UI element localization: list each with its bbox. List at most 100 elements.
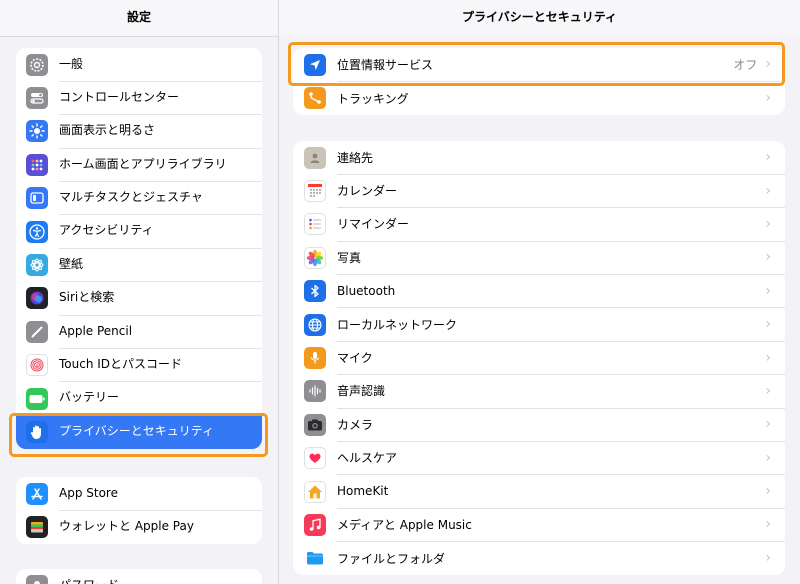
sidebar-group-general: 一般 コントロールセンター 画面表示と明るさ ホーム画面とアプリライブラリ マル… [16,48,262,449]
sidebar-item-label: バッテリー [59,381,262,416]
sun-icon [26,120,48,143]
row-files-folders[interactable]: ファイルとフォルダ › [293,542,785,575]
sidebar-item-label: Apple Pencil [59,315,262,350]
sidebar-item-wallet[interactable]: ウォレットと Apple Pay [16,510,262,543]
calendar-icon [304,180,326,203]
globe-icon [304,313,326,336]
row-bluetooth[interactable]: Bluetooth › [293,275,785,309]
sidebar-item-label: ウォレットと Apple Pay [59,519,194,534]
app-permissions-group: 連絡先 › カレンダー › リマインダー › 写真 › Bluetooth › [293,141,785,576]
chevron-right-icon: › [765,56,771,73]
row-health[interactable]: ヘルスケア › [293,442,785,476]
siri-icon [26,287,48,310]
key-icon [26,574,48,584]
sidebar-item-touch-id[interactable]: Touch IDとパスコード [16,348,262,383]
fingerprint-icon [26,354,48,377]
sidebar-item-app-store[interactable]: App Store [16,477,262,511]
sidebar-item-label: Siriと検索 [59,281,262,316]
chevron-right-icon: › [765,316,771,333]
sidebar: 設定 一般 コントロールセンター 画面表示と明るさ ホーム画面とアプリライブラリ [0,0,279,584]
pencil-icon [26,320,48,343]
sidebar-item-label: プライバシーとセキュリティ [59,424,215,439]
sidebar-group-store: App Store ウォレットと Apple Pay [16,477,262,544]
location-arrow-icon [304,53,326,76]
row-microphone[interactable]: マイク › [293,341,785,376]
sidebar-item-wallpaper[interactable]: 壁紙 [16,248,262,283]
app-grid-icon [26,153,48,176]
row-media-apple-music[interactable]: メディアと Apple Music › [293,508,785,543]
row-label: 位置情報サービス [337,57,434,72]
row-label: リマインダー [337,217,410,232]
sidebar-item-label: App Store [59,477,262,511]
camera-icon [304,413,326,436]
chevron-right-icon: › [765,483,771,500]
location-tracking-group: 位置情報サービス オフ › トラッキング › [293,48,785,115]
sidebar-item-multitasking[interactable]: マルチタスクとジェスチャ [16,181,262,216]
multitask-icon [26,187,48,210]
chevron-right-icon: › [765,249,771,266]
sidebar-item-label: コントロールセンター [59,81,262,116]
sidebar-item-apple-pencil[interactable]: Apple Pencil [16,315,262,350]
row-calendar[interactable]: カレンダー › [293,174,785,209]
row-homekit[interactable]: HomeKit › [293,475,785,509]
waveform-icon [304,380,326,403]
main-panel: プライバシーとセキュリティ 位置情報サービス オフ › トラッキング › 連絡先… [279,0,800,584]
sidebar-item-label: ホーム画面とアプリライブラリ [59,148,262,183]
sidebar-item-privacy-security[interactable]: プライバシーとセキュリティ [16,415,262,449]
row-label: ローカルネットワーク [337,317,458,332]
sidebar-item-home-screen[interactable]: ホーム画面とアプリライブラリ [16,148,262,183]
row-label: HomeKit [337,484,389,499]
sidebar-item-display[interactable]: 画面表示と明るさ [16,115,262,149]
contacts-icon [304,146,326,169]
row-reminders[interactable]: リマインダー › [293,208,785,242]
row-camera[interactable]: カメラ › [293,408,785,443]
row-label: ファイルとフォルダ [337,551,446,566]
app-store-icon [26,482,48,505]
chevron-right-icon: › [765,215,771,232]
row-label: 連絡先 [337,150,374,165]
row-label: カメラ [337,417,374,432]
sidebar-item-label: パスワード [59,569,262,584]
hand-icon [26,420,48,443]
sidebar-item-general[interactable]: 一般 [16,48,262,82]
chevron-right-icon: › [765,382,771,399]
row-value: オフ [733,57,758,72]
sidebar-item-label: Touch IDとパスコード [59,348,262,383]
accessibility-icon [26,220,48,243]
sidebar-item-control-center[interactable]: コントロールセンター [16,81,262,116]
chevron-right-icon: › [765,182,771,199]
wallet-icon [26,516,48,539]
sidebar-item-label: 一般 [59,48,262,82]
sidebar-item-passwords[interactable]: パスワード [16,569,262,584]
toggles-icon [26,87,48,110]
row-photos[interactable]: 写真 › [293,241,785,276]
sidebar-item-accessibility[interactable]: アクセシビリティ [16,214,262,249]
bluetooth-icon [304,280,326,303]
row-location-services[interactable]: 位置情報サービス オフ › [293,48,785,82]
row-contacts[interactable]: 連絡先 › [293,141,785,175]
row-label: トラッキング [337,91,409,106]
chevron-right-icon: › [765,349,771,366]
photos-icon [304,246,326,269]
home-icon [304,480,326,503]
row-tracking[interactable]: トラッキング › [293,81,785,114]
row-local-network[interactable]: ローカルネットワーク › [293,308,785,342]
microphone-icon [304,347,326,370]
sidebar-item-label: アクセシビリティ [59,214,262,249]
heart-icon [304,447,326,470]
folder-icon [304,547,326,570]
row-label: メディアと Apple Music [337,517,472,532]
sidebar-item-siri[interactable]: Siriと検索 [16,281,262,316]
row-label: カレンダー [337,184,398,199]
sidebar-item-label: マルチタスクとジェスチャ [59,181,262,216]
chevron-right-icon: › [765,149,771,166]
gear-icon [26,53,48,76]
battery-icon [26,387,48,410]
chevron-right-icon: › [765,449,771,466]
row-speech-recognition[interactable]: 音声認識 › [293,375,785,409]
wallpaper-icon [26,254,48,277]
reminders-icon [304,213,326,236]
music-icon [304,513,326,536]
chevron-right-icon: › [765,90,771,107]
sidebar-item-battery[interactable]: バッテリー [16,381,262,416]
